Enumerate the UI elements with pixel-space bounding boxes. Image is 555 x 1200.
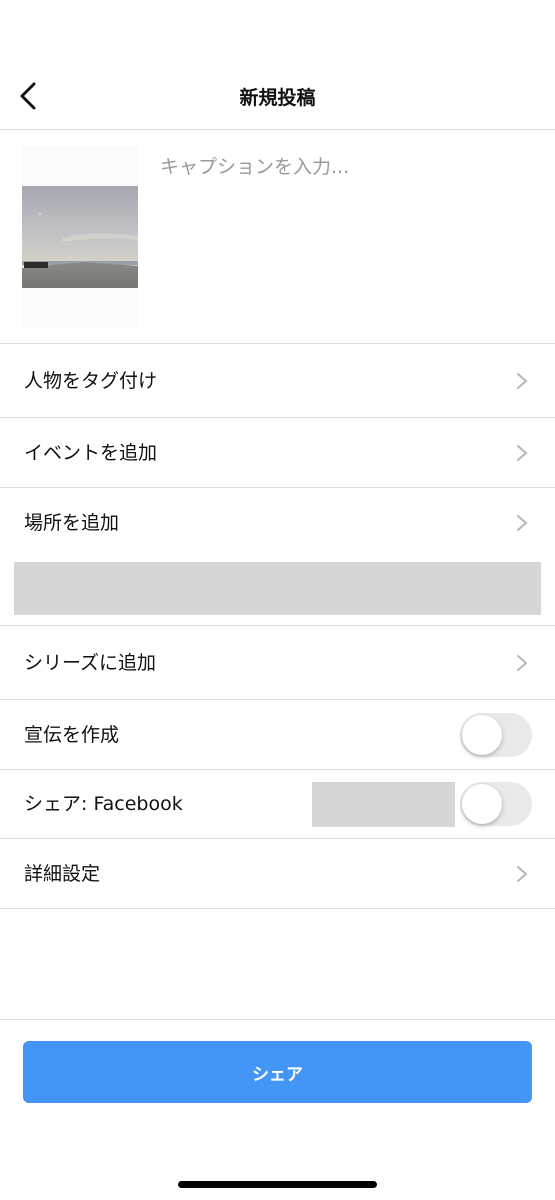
top-nav-bar: 新規投稿 <box>0 0 555 130</box>
home-indicator <box>178 1181 377 1188</box>
chevron-right-icon <box>517 515 527 531</box>
advanced-settings-label: 詳細設定 <box>24 862 101 885</box>
advanced-settings-row[interactable]: 詳細設定 <box>0 839 555 909</box>
chevron-right-icon <box>517 654 527 671</box>
chevron-right-icon <box>517 444 527 461</box>
facebook-account-redacted <box>312 782 455 827</box>
add-location-row[interactable]: 場所を追加 <box>0 488 555 558</box>
add-event-label: イベントを追加 <box>24 441 158 464</box>
add-location-section: 場所を追加 <box>0 488 555 626</box>
add-event-row[interactable]: イベントを追加 <box>0 418 555 488</box>
chevron-right-icon <box>517 372 527 389</box>
share-facebook-row: シェア: Facebook <box>0 770 555 839</box>
caption-input[interactable] <box>160 152 540 182</box>
page-title: 新規投稿 <box>239 87 316 109</box>
location-suggestions-redacted <box>14 562 541 615</box>
share-facebook-toggle[interactable] <box>460 782 532 826</box>
photo-thumbnail <box>22 186 138 288</box>
share-facebook-label: シェア: Facebook <box>24 793 183 815</box>
footer-divider <box>0 1019 555 1020</box>
media-preview[interactable] <box>22 146 138 328</box>
add-location-label: 場所を追加 <box>24 512 120 534</box>
share-button[interactable]: シェア <box>23 1041 532 1103</box>
post-compose-area <box>0 130 555 344</box>
create-promotion-toggle[interactable] <box>460 712 532 757</box>
toggle-knob <box>462 714 502 755</box>
chevron-right-icon <box>517 865 527 882</box>
tag-people-row[interactable]: 人物をタグ付け <box>0 344 555 418</box>
create-promotion-label: 宣伝を作成 <box>24 723 120 746</box>
add-to-series-row[interactable]: シリーズに追加 <box>0 626 555 700</box>
tag-people-label: 人物をタグ付け <box>24 369 158 392</box>
create-promotion-row: 宣伝を作成 <box>0 700 555 770</box>
toggle-knob <box>462 784 502 824</box>
add-to-series-label: シリーズに追加 <box>24 651 157 674</box>
